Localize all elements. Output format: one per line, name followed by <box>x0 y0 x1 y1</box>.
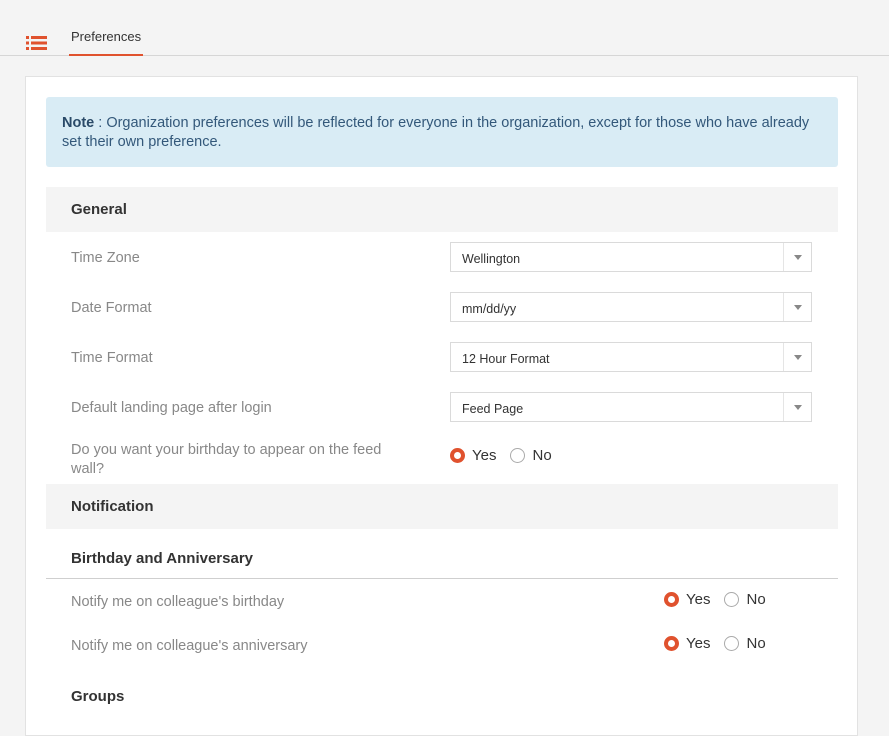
time-format-select[interactable]: 12 Hour Format <box>450 342 812 372</box>
anniversary-notify-no-radio[interactable]: No <box>724 635 766 652</box>
radio-selected-icon <box>664 636 679 651</box>
birthday-notify-no-label: No <box>746 591 766 608</box>
radio-unselected-icon <box>724 592 740 607</box>
tab-preferences-label: Preferences <box>71 29 142 44</box>
list-menu-icon[interactable] <box>26 35 48 51</box>
radio-selected-icon <box>450 448 465 463</box>
radio-unselected-icon <box>724 636 740 651</box>
radio-unselected-icon <box>510 448 526 463</box>
landing-page-value: Feed Page <box>462 402 524 416</box>
birthday-notify-yes-radio[interactable]: Yes <box>664 591 710 608</box>
date-format-select[interactable]: mm/dd/yy <box>450 292 812 322</box>
section-general-header: General <box>46 187 838 232</box>
tab-bar: Preferences <box>0 0 889 56</box>
landing-page-label: Default landing page after login <box>71 400 272 416</box>
chevron-down-icon <box>783 293 811 321</box>
time-zone-select[interactable]: Wellington <box>450 242 812 272</box>
note-text: : Organization preferences will be refle… <box>62 115 810 150</box>
birthday-wall-yes-radio[interactable]: Yes <box>450 447 496 464</box>
birthday-notify-radio-group: Yes No <box>664 591 780 608</box>
anniversary-notify-yes-label: Yes <box>686 635 711 652</box>
radio-selected-icon <box>664 592 679 607</box>
preferences-panel: Note : Organization preferences will be … <box>25 76 858 736</box>
anniversary-notify-no-label: No <box>746 635 766 652</box>
section-notification-header: Notification <box>46 484 838 529</box>
groups-heading: Groups <box>71 688 125 705</box>
time-zone-value: Wellington <box>462 252 521 266</box>
note-prefix: Note <box>62 115 95 131</box>
chevron-down-icon <box>783 243 811 271</box>
section-divider <box>46 578 838 579</box>
chevron-down-icon <box>783 343 811 371</box>
birthday-wall-label: Do you want your birthday to appear on t… <box>71 442 382 477</box>
anniversary-notify-label: Notify me on colleague's anniversary <box>71 638 308 654</box>
tab-preferences[interactable]: Preferences <box>69 29 144 56</box>
birthday-wall-radio-group: Yes No <box>450 447 566 464</box>
active-tab-indicator <box>69 54 144 56</box>
time-zone-label: Time Zone <box>71 250 140 266</box>
date-format-value: mm/dd/yy <box>462 302 517 316</box>
landing-page-select[interactable]: Feed Page <box>450 392 812 422</box>
time-format-label: Time Format <box>71 350 153 366</box>
anniversary-notify-yes-radio[interactable]: Yes <box>664 635 710 652</box>
chevron-down-icon <box>783 393 811 421</box>
birthday-notify-label: Notify me on colleague's birthday <box>71 594 285 610</box>
info-note: Note : Organization preferences will be … <box>46 97 838 167</box>
birthday-notify-no-radio[interactable]: No <box>724 591 766 608</box>
birthday-anniversary-heading: Birthday and Anniversary <box>71 550 253 567</box>
birthday-notify-yes-label: Yes <box>686 591 711 608</box>
birthday-wall-no-radio[interactable]: No <box>510 447 552 464</box>
birthday-wall-no-label: No <box>532 447 552 464</box>
time-format-value: 12 Hour Format <box>462 352 550 366</box>
date-format-label: Date Format <box>71 300 152 316</box>
anniversary-notify-radio-group: Yes No <box>664 635 780 652</box>
birthday-wall-yes-label: Yes <box>472 447 497 464</box>
